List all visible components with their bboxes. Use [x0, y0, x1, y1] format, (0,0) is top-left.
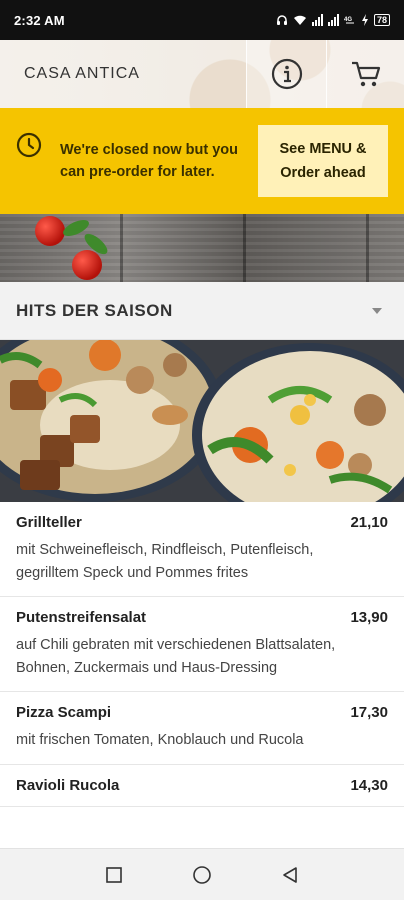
menu-item-price: 14,30: [350, 776, 388, 794]
food-bowls-illustration: [0, 340, 404, 502]
wifi-icon: [293, 15, 306, 25]
clock-icon: [16, 132, 42, 158]
closed-banner: We're closed now but you can pre-order f…: [0, 108, 404, 214]
triangle-back-icon: [283, 866, 297, 883]
menu-item-price: 21,10: [350, 514, 388, 531]
see-menu-order-ahead-button[interactable]: See MENU & Order ahead: [258, 125, 388, 197]
status-bar: 2:32 AM 4G 78: [0, 0, 404, 40]
wooden-table-banner-image: [0, 214, 404, 282]
cart-button[interactable]: [326, 40, 404, 108]
tomato-decoration: [72, 250, 102, 280]
menu-item[interactable]: Putenstreifensalat 13,90 auf Chili gebra…: [0, 597, 404, 692]
status-icons: 4G 78: [276, 14, 390, 26]
menu-item[interactable]: Grillteller 21,10 mit Schweinefleisch, R…: [0, 502, 404, 597]
headphones-icon: [276, 15, 287, 25]
category-food-photo: [0, 340, 404, 502]
category-header[interactable]: HITS DER SAISON: [0, 282, 404, 340]
menu-item-price: 17,30: [350, 704, 388, 721]
closed-message: We're closed now but you can pre-order f…: [60, 142, 239, 180]
category-title: HITS DER SAISON: [16, 300, 173, 320]
menu-list: Grillteller 21,10 mit Schweinefleisch, R…: [0, 502, 404, 848]
menu-item-description: mit Schweinefleisch, Rindfleisch, Putenf…: [16, 542, 314, 581]
square-icon: [106, 866, 122, 883]
status-time: 2:32 AM: [14, 12, 65, 28]
back-button[interactable]: [270, 855, 310, 895]
chevron-down-icon: [372, 307, 382, 314]
menu-item-name: Grillteller: [16, 514, 82, 531]
app-header: CASA ANTICA: [0, 40, 404, 108]
info-button[interactable]: [246, 40, 326, 108]
cart-icon: [351, 61, 380, 87]
info-icon: [271, 58, 302, 90]
battery-icon: 78: [373, 14, 390, 26]
menu-item-name: Pizza Scampi: [16, 704, 112, 721]
signal-icon: [327, 14, 339, 26]
system-navigation-bar: [0, 848, 404, 900]
order-button-line2: Order ahead: [280, 165, 366, 181]
data-4g-icon: 4G: [344, 17, 354, 24]
tomato-decoration: [35, 216, 65, 246]
menu-item-description: mit frischen Tomaten, Knoblauch und Ruco…: [16, 732, 304, 748]
clock-icon-wrap: [16, 132, 46, 163]
signal-icon: [311, 14, 323, 26]
circle-icon: [193, 865, 211, 884]
menu-item[interactable]: Ravioli Rucola 14,30: [0, 765, 404, 807]
menu-item-name: Putenstreifensalat: [16, 609, 147, 626]
svg-text:4G: 4G: [344, 17, 352, 23]
recents-button[interactable]: [94, 855, 134, 895]
restaurant-name: CASA ANTICA: [24, 65, 140, 82]
menu-item-name: Ravioli Rucola: [16, 776, 120, 794]
order-button-line1: See MENU &: [279, 141, 367, 157]
charging-icon: [361, 14, 368, 26]
home-button[interactable]: [182, 855, 222, 895]
menu-item-description: auf Chili gebraten mit verschiedenen Bla…: [16, 637, 336, 676]
menu-item[interactable]: Pizza Scampi 17,30 mit frischen Tomaten,…: [0, 692, 404, 765]
battery-level: 78: [376, 15, 387, 25]
menu-item-price: 13,90: [350, 609, 388, 626]
